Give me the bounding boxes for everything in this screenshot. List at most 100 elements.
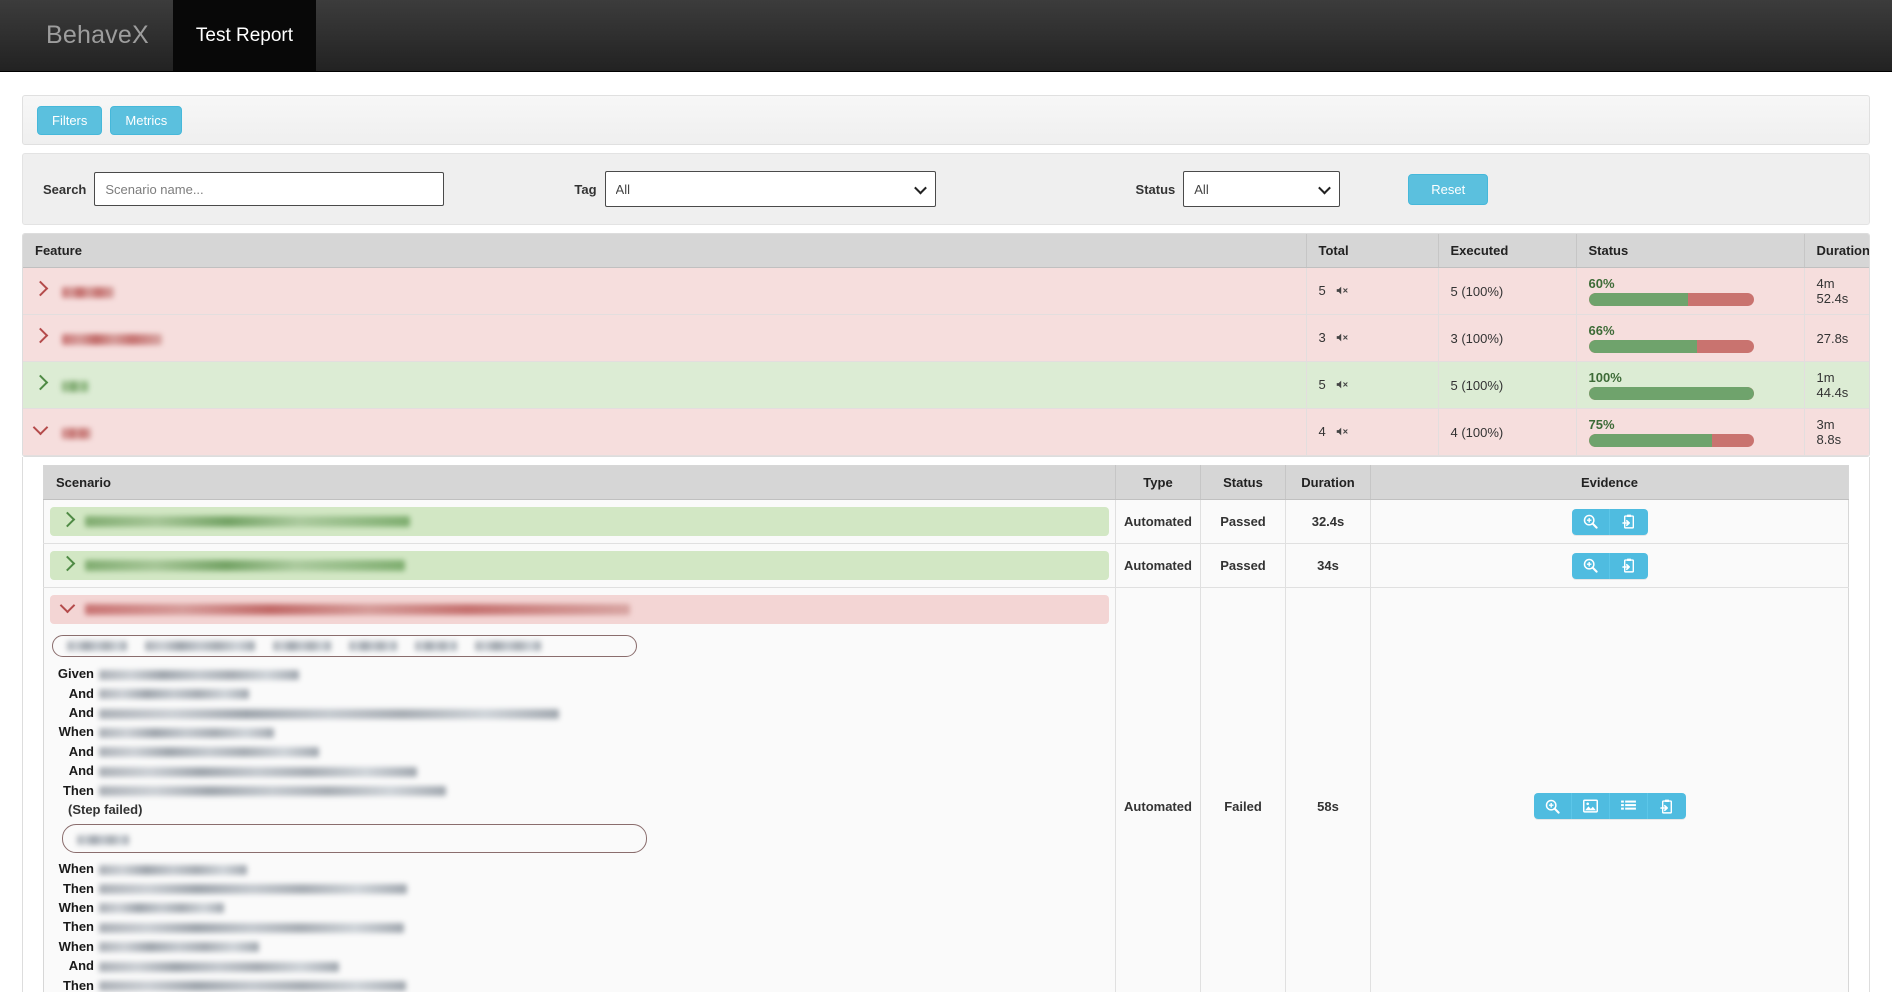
- feature-row[interactable]: 3 3 (100%) 66% 27.8s: [23, 315, 1869, 362]
- step-text-redacted: [99, 962, 339, 972]
- col-feature: Feature: [23, 234, 1306, 268]
- reset-button[interactable]: Reset: [1408, 174, 1488, 205]
- feature-name-redacted: [62, 287, 114, 298]
- step-text-redacted: [99, 884, 407, 894]
- scenario-tag-redacted[interactable]: [145, 641, 255, 651]
- scenario-name-redacted: [85, 516, 410, 527]
- clipboard-export-icon: [1622, 514, 1636, 529]
- step-line: Then: [50, 781, 1109, 800]
- feature-progress-bar: [1589, 434, 1754, 447]
- filter-bar: Search Tag All Status All Reset: [22, 153, 1870, 225]
- step-line: When: [50, 937, 1109, 956]
- feature-name-cell[interactable]: [23, 315, 1306, 362]
- scenario-duration-cell: 58s: [1286, 588, 1371, 992]
- feature-total-cell: 3: [1306, 315, 1438, 362]
- scenario-tag-redacted[interactable]: [475, 641, 541, 651]
- col-status: Status: [1576, 234, 1804, 268]
- step-keyword: When: [56, 898, 94, 917]
- evidence-search-plus-button[interactable]: [1534, 793, 1572, 819]
- chevron-right-icon[interactable]: [33, 280, 49, 296]
- scenario-name-bar[interactable]: [50, 595, 1109, 624]
- scenario-tag-redacted[interactable]: [349, 641, 397, 651]
- scenario-duration-cell: 34s: [1286, 544, 1371, 588]
- feature-row[interactable]: 5 5 (100%) 100% 1m 44.4s: [23, 362, 1869, 409]
- col-total: Total: [1306, 234, 1438, 268]
- scenario-name-cell: GivenAndAndWhenAndAndThen (Step failed) …: [44, 588, 1116, 992]
- feature-status-percent: 66%: [1589, 323, 1637, 338]
- chevron-down-icon[interactable]: [60, 598, 76, 614]
- feature-status-cell: 60%: [1576, 268, 1804, 315]
- tag-label: Tag: [574, 182, 596, 197]
- chevron-down-icon[interactable]: [33, 419, 49, 435]
- feature-row[interactable]: 5 5 (100%) 60% 4m 52.4s: [23, 268, 1869, 315]
- feature-status-cell: 100%: [1576, 362, 1804, 409]
- scenario-tag-redacted[interactable]: [415, 641, 457, 651]
- step-line: And: [50, 761, 1109, 780]
- step-line: Given: [50, 664, 1109, 683]
- feature-total-cell: 5: [1306, 268, 1438, 315]
- step-text-redacted: [99, 865, 247, 875]
- tag-field-group: Tag All: [574, 171, 935, 207]
- chevron-right-icon[interactable]: [60, 512, 76, 528]
- status-select[interactable]: All: [1183, 171, 1340, 207]
- feature-name-cell[interactable]: [23, 409, 1306, 456]
- evidence-clipboard-export-button[interactable]: [1610, 509, 1648, 535]
- scenario-name-bar[interactable]: [50, 507, 1109, 536]
- scenario-tag-redacted[interactable]: [273, 641, 331, 651]
- scenario-table: Scenario Type Status Duration Evidence A…: [43, 465, 1849, 992]
- feature-name-redacted: [62, 381, 88, 392]
- step-text-redacted: [99, 747, 319, 757]
- step-line: When: [50, 898, 1109, 917]
- search-input[interactable]: [94, 172, 444, 206]
- evidence-clipboard-export-button[interactable]: [1648, 793, 1686, 819]
- feature-name-cell[interactable]: [23, 362, 1306, 409]
- step-line: And: [50, 742, 1109, 761]
- scenario-duration-cell: 32.4s: [1286, 500, 1371, 544]
- step-keyword: And: [56, 684, 94, 703]
- feature-status-percent: 60%: [1589, 276, 1637, 291]
- step-keyword: Then: [56, 917, 94, 936]
- metrics-button[interactable]: Metrics: [110, 106, 182, 135]
- evidence-image-button[interactable]: [1572, 793, 1610, 819]
- status-select-wrap: All: [1183, 171, 1340, 207]
- step-text-redacted: [99, 942, 259, 952]
- feature-name-cell[interactable]: [23, 268, 1306, 315]
- feature-row[interactable]: 4 4 (100%) 75% 3m 8.8s: [23, 409, 1869, 456]
- scenario-name-cell: [44, 500, 1116, 544]
- tag-select[interactable]: All: [605, 171, 936, 207]
- evidence-clipboard-export-button[interactable]: [1610, 553, 1648, 579]
- filters-button[interactable]: Filters: [37, 106, 102, 135]
- scenario-tag-redacted[interactable]: [67, 641, 127, 651]
- evidence-list-button[interactable]: [1610, 793, 1648, 819]
- feature-status-percent: 100%: [1589, 370, 1637, 385]
- feature-executed-cell: 5 (100%): [1438, 268, 1576, 315]
- step-keyword: And: [56, 742, 94, 761]
- step-text-redacted: [99, 670, 299, 680]
- scenario-status-cell: Passed: [1201, 544, 1286, 588]
- feature-total-value: 4: [1319, 424, 1326, 439]
- scenario-name-bar[interactable]: [50, 551, 1109, 580]
- feature-table: Feature Total Executed Status Duration 5…: [23, 234, 1869, 456]
- search-field-group: Search: [43, 172, 444, 206]
- feature-duration-cell: 4m 52.4s: [1804, 268, 1869, 315]
- chevron-right-icon[interactable]: [33, 374, 49, 390]
- nav-tab-test-report[interactable]: Test Report: [173, 0, 316, 71]
- feature-total-cell: 5: [1306, 362, 1438, 409]
- feature-total-value: 5: [1319, 283, 1326, 298]
- scenario-steps: GivenAndAndWhenAndAndThen (Step failed) …: [44, 631, 1115, 992]
- feature-executed-cell: 4 (100%): [1438, 409, 1576, 456]
- chevron-right-icon[interactable]: [60, 556, 76, 572]
- step-keyword: When: [56, 722, 94, 741]
- scenario-name-redacted: [85, 604, 630, 615]
- feature-status-cell: 75%: [1576, 409, 1804, 456]
- scenario-name-cell: [44, 544, 1116, 588]
- error-message-box: [62, 824, 647, 853]
- evidence-search-plus-button[interactable]: [1572, 553, 1610, 579]
- step-line: And: [50, 684, 1109, 703]
- navbar-filler: [316, 0, 1892, 71]
- chevron-right-icon[interactable]: [33, 327, 49, 343]
- feature-duration-cell: 3m 8.8s: [1804, 409, 1869, 456]
- evidence-search-plus-button[interactable]: [1572, 509, 1610, 535]
- step-keyword: Given: [56, 664, 94, 683]
- brand-logo[interactable]: BehaveX: [22, 0, 173, 71]
